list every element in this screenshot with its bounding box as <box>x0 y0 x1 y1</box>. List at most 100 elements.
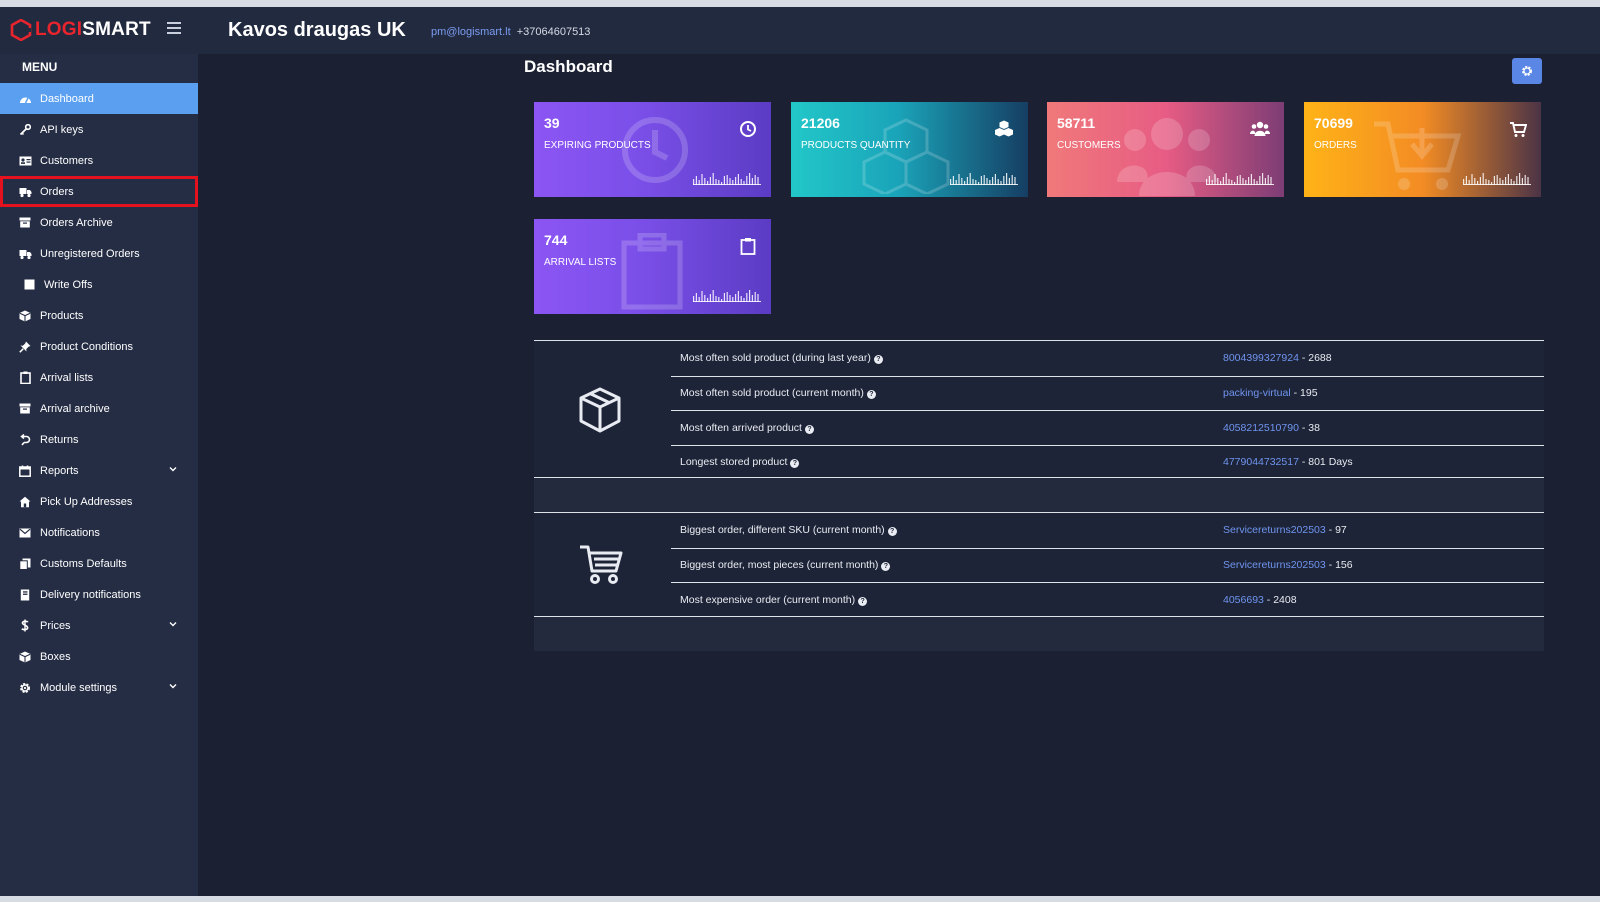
sidebar-item-label: Customers <box>40 154 94 167</box>
sidebar-item-label: Products <box>40 309 84 322</box>
stat-question: Biggest order, most pieces (current mont… <box>680 559 891 572</box>
stats-footer <box>534 617 1544 651</box>
sidebar-item-prices[interactable]: Prices <box>0 610 198 641</box>
stat-link[interactable]: 4779044732517 <box>1223 456 1299 468</box>
sidebar-item-customers[interactable]: Customers <box>0 145 198 176</box>
sidebar-item-label: Orders Archive <box>40 216 113 229</box>
sidebar-item-label: Boxes <box>40 650 71 663</box>
sidebar-item-boxes[interactable]: Boxes <box>0 641 198 672</box>
chevron-down-icon <box>169 467 177 472</box>
sparkline-bar <box>1474 178 1476 185</box>
sidebar-item-api-keys[interactable]: API keys <box>0 114 198 145</box>
sidebar-item-orders[interactable]: Orders <box>0 176 198 207</box>
return-icon <box>18 433 32 447</box>
sparkline-bar <box>1516 176 1518 185</box>
sidebar: MENU Dashboard API keys Customers Orders… <box>0 54 198 896</box>
sparkline-bar <box>709 294 711 302</box>
stat-row-biggest-order-pieces: Biggest order, most pieces (current mont… <box>671 547 1544 583</box>
question-circle-icon[interactable]: ? <box>887 527 897 537</box>
card-customers[interactable]: 58711 CUSTOMERS <box>1047 102 1284 197</box>
card-products-quantity[interactable]: 21206 PRODUCTS QUANTITY <box>791 102 1028 197</box>
sparkline-bar <box>1482 173 1484 185</box>
sidebar-item-notifications[interactable]: Notifications <box>0 517 198 548</box>
calendar-icon <box>18 464 32 478</box>
question-circle-icon[interactable]: ? <box>790 459 800 469</box>
sparkline-bar <box>1006 173 1008 185</box>
stat-link[interactable]: packing-virtual <box>1223 387 1291 399</box>
sparkline-bar <box>701 291 703 302</box>
sparkline-bar <box>1222 177 1224 185</box>
product-stats-rows: Most often sold product (during last yea… <box>671 341 1544 479</box>
dashboard-settings-button[interactable] <box>1512 58 1542 84</box>
sparkline-bar <box>746 293 748 302</box>
product-stats-panel: Most often sold product (during last yea… <box>534 340 1544 478</box>
sidebar-item-label: Delivery notifications <box>40 588 141 601</box>
question-circle-icon[interactable]: ? <box>866 390 876 400</box>
card-orders[interactable]: 70699 ORDERS <box>1304 102 1541 197</box>
stat-row-most-expensive-order: Most expensive order (current month)? 40… <box>671 582 1544 617</box>
card-expiring-products[interactable]: 39 EXPIRING PRODUCTS <box>534 102 771 197</box>
sparkline-bar <box>754 292 756 302</box>
sidebar-item-write-offs[interactable]: Write Offs <box>0 269 198 300</box>
sidebar-item-orders-archive[interactable]: Orders Archive <box>0 207 198 238</box>
stat-link[interactable]: 4058212510790 <box>1223 422 1299 434</box>
sparkline-bar <box>726 175 728 185</box>
question-circle-icon[interactable]: ? <box>804 424 814 434</box>
sidebar-item-product-conditions[interactable]: Product Conditions <box>0 331 198 362</box>
sparkline-bar <box>737 291 739 302</box>
sidebar-item-label: Module settings <box>40 681 118 694</box>
card-arrival-lists[interactable]: 744 ARRIVAL LISTS <box>534 219 771 314</box>
sidebar-item-module-settings[interactable]: Module settings <box>0 672 198 703</box>
cart-icon <box>1510 122 1527 137</box>
contact-phone: +37064607513 <box>516 26 591 38</box>
sparkline-bar <box>1011 175 1013 185</box>
clipboard-icon <box>18 371 32 385</box>
sparkline-bar <box>701 174 703 185</box>
users-icon <box>1250 121 1270 136</box>
sparkline-bar <box>735 294 737 302</box>
stat-value: packing-virtual - 195 <box>1223 387 1318 400</box>
logo-hexagon-icon <box>10 19 32 41</box>
sparkline-bar <box>1003 176 1005 185</box>
sparkline-bar <box>1505 177 1507 185</box>
sidebar-item-customs-defaults[interactable]: Customs Defaults <box>0 548 198 579</box>
sparkline-bar <box>1507 174 1509 185</box>
clipboard-background-icon <box>621 233 683 310</box>
sparkline-bar <box>749 173 751 185</box>
stat-value: 4058212510790 - 38 <box>1223 421 1320 434</box>
stat-link[interactable]: 8004399327924 <box>1223 352 1299 364</box>
sidebar-item-pick-up-addresses[interactable]: Pick Up Addresses <box>0 486 198 517</box>
question-circle-icon[interactable]: ? <box>873 355 883 365</box>
sparkline-bar <box>966 177 968 185</box>
contact-email[interactable]: pm@logismart.lt <box>431 26 511 38</box>
sidebar-item-products[interactable]: Products <box>0 300 198 331</box>
card-label: ORDERS <box>1314 140 1357 151</box>
book-icon <box>18 588 32 602</box>
contact-info: pm@logismart.lt +37064607513 <box>431 26 590 38</box>
sidebar-item-reports[interactable]: Reports <box>0 455 198 486</box>
question-circle-icon[interactable]: ? <box>881 562 891 572</box>
sparkline-bar <box>1014 177 1016 185</box>
sidebar-item-label: Returns <box>40 433 79 446</box>
sidebar-item-arrival-archive[interactable]: Arrival archive <box>0 393 198 424</box>
sidebar-item-dashboard[interactable]: Dashboard <box>0 83 198 114</box>
sidebar-item-returns[interactable]: Returns <box>0 424 198 455</box>
stat-link[interactable]: Servicereturns202503 <box>1223 559 1326 571</box>
sidebar-item-label: Prices <box>40 619 71 632</box>
sparkline-bar <box>726 292 728 302</box>
sidebar-item-label: Pick Up Addresses <box>40 495 133 508</box>
sparkline-bars <box>1463 173 1531 185</box>
card-label: EXPIRING PRODUCTS <box>544 140 651 151</box>
sidebar-item-arrival-lists[interactable]: Arrival lists <box>0 362 198 393</box>
stat-link[interactable]: 4056693 <box>1223 594 1264 606</box>
sidebar-item-unregistered-orders[interactable]: Unregistered Orders <box>0 238 198 269</box>
sparkline-bar <box>729 178 731 185</box>
stat-link[interactable]: Servicereturns202503 <box>1223 524 1326 536</box>
sidebar-item-delivery-notifications[interactable]: Delivery notifications <box>0 579 198 610</box>
hamburger-menu-icon[interactable] <box>167 22 181 36</box>
sparkline-bar <box>1496 175 1498 185</box>
question-circle-icon[interactable]: ? <box>858 596 868 606</box>
logismart-logo[interactable]: LOGISMART <box>10 17 151 43</box>
cubes-icon <box>995 120 1013 137</box>
menu-title: MENU <box>22 60 58 74</box>
